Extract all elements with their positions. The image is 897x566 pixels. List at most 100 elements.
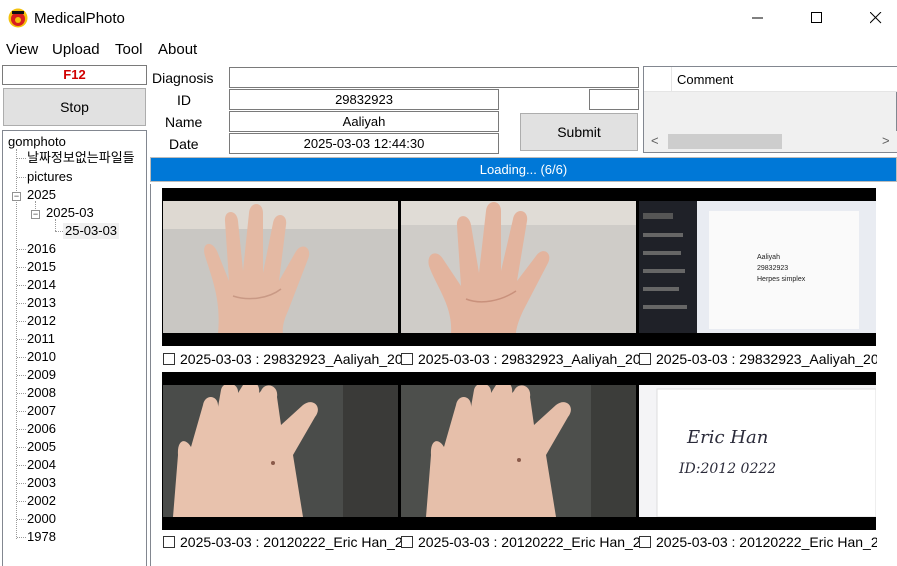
tree-connector: [17, 177, 26, 178]
column-divider: [644, 67, 672, 92]
tree-item-pictures[interactable]: pictures: [27, 169, 73, 185]
progress-text: Loading... (6/6): [479, 162, 568, 177]
tree-connector: [17, 321, 26, 322]
tree-connector: [17, 465, 26, 466]
stop-button[interactable]: Stop: [3, 88, 146, 126]
menu-bar: View Upload Tool About: [0, 38, 897, 62]
menu-upload[interactable]: Upload: [52, 41, 100, 58]
tree-item-year[interactable]: 2013: [27, 295, 56, 311]
id-field[interactable]: 29832923: [229, 89, 499, 110]
caption-text: 2025-03-03 : 20120222_Eric Han_20250303: [180, 534, 401, 550]
menu-tool[interactable]: Tool: [115, 41, 143, 58]
tree-item-undated[interactable]: 날짜정보없는파일들: [27, 150, 135, 166]
comment-header: Comment: [644, 67, 897, 92]
svg-text:ID:2012 0222: ID:2012 0222: [678, 461, 776, 477]
tree-item-year[interactable]: 2012: [27, 313, 56, 329]
tree-connector: [55, 231, 63, 232]
select-checkbox[interactable]: [401, 353, 413, 365]
photo-thumbnail[interactable]: [163, 385, 398, 517]
collapse-2025-03-icon[interactable]: −: [31, 210, 40, 219]
tree-connector: [17, 483, 26, 484]
tree-root[interactable]: gomphoto: [8, 134, 66, 150]
tree-item-year[interactable]: 2010: [27, 349, 56, 365]
diagnosis-field[interactable]: [229, 67, 639, 88]
photo-thumbnail[interactable]: Aaliyah 29832923 Herpes simplex: [639, 201, 876, 333]
select-checkbox[interactable]: [163, 536, 175, 548]
tree-item-year[interactable]: 2015: [27, 259, 56, 275]
photo-thumbnail[interactable]: [163, 201, 398, 333]
tree-item-2025[interactable]: 2025: [27, 187, 56, 203]
tree-connector: [17, 303, 26, 304]
photo-gallery[interactable]: Aaliyah 29832923 Herpes simplex 2025-03-…: [150, 184, 897, 566]
comment-column-label[interactable]: Comment: [677, 72, 733, 87]
extra-field[interactable]: [589, 89, 639, 110]
caption-text: 2025-03-03 : 29832923_Aaliyah_20250303: [656, 351, 877, 367]
photo-caption[interactable]: 2025-03-03 : 29832923_Aaliyah_20250303: [163, 351, 401, 367]
photo-caption[interactable]: 2025-03-03 : 29832923_Aaliyah_20250303: [639, 351, 877, 367]
comment-list[interactable]: Comment < >: [643, 66, 897, 153]
select-checkbox[interactable]: [639, 536, 651, 548]
photo-caption[interactable]: 2025-03-03 : 29832923_Aaliyah_20250303: [401, 351, 639, 367]
loading-progress-bar: Loading... (6/6): [150, 157, 897, 182]
menu-about[interactable]: About: [158, 41, 197, 58]
close-icon: [870, 12, 882, 24]
tree-item-year[interactable]: 1978: [27, 529, 56, 545]
select-checkbox[interactable]: [401, 536, 413, 548]
tree-connector: [17, 411, 26, 412]
tree-connector: [17, 339, 26, 340]
horizontal-scrollbar[interactable]: < >: [644, 131, 897, 152]
tree-item-year[interactable]: 2003: [27, 475, 56, 491]
tree-item-year[interactable]: 2005: [27, 439, 56, 455]
tree-item-year[interactable]: 2009: [27, 367, 56, 383]
photo-caption[interactable]: 2025-03-03 : 20120222_Eric Han_20250303: [401, 534, 639, 550]
photo-thumbnail[interactable]: [401, 385, 636, 517]
select-checkbox[interactable]: [639, 353, 651, 365]
tree-item-year[interactable]: 2007: [27, 403, 56, 419]
tree-item-year[interactable]: 2004: [27, 457, 56, 473]
select-checkbox[interactable]: [163, 353, 175, 365]
maximize-icon: [811, 12, 822, 23]
svg-text:29832923: 29832923: [757, 265, 788, 272]
submit-button[interactable]: Submit: [520, 113, 638, 151]
tree-item-year[interactable]: 2008: [27, 385, 56, 401]
photo-caption[interactable]: 2025-03-03 : 20120222_Eric Han_20250303: [163, 534, 401, 550]
diagnosis-label: Diagnosis: [152, 70, 214, 86]
caption-text: 2025-03-03 : 29832923_Aaliyah_20250303: [180, 351, 401, 367]
tree-item-year[interactable]: 2014: [27, 277, 56, 293]
scroll-right-icon[interactable]: >: [882, 133, 890, 148]
photo-thumbnail[interactable]: Eric Han ID:2012 0222: [639, 385, 876, 517]
close-button[interactable]: [847, 0, 897, 36]
photo-thumbnail[interactable]: [401, 201, 636, 333]
svg-text:Eric Han: Eric Han: [686, 427, 768, 448]
caption-text: 2025-03-03 : 29832923_Aaliyah_20250303: [418, 351, 639, 367]
tree-item-year[interactable]: 2002: [27, 493, 56, 509]
svg-text:Aaliyah: Aaliyah: [757, 254, 780, 261]
name-field[interactable]: Aaliyah: [229, 111, 499, 132]
menu-view[interactable]: View: [6, 41, 38, 58]
maximize-button[interactable]: [788, 0, 846, 36]
hotkey-indicator: F12: [2, 65, 147, 85]
tree-guide-line: [55, 219, 56, 231]
app-logo-icon: [8, 8, 28, 28]
tree-item-year[interactable]: 2000: [27, 511, 56, 527]
tree-connector: [17, 501, 26, 502]
tree-item-25-03-03[interactable]: 25-03-03: [63, 223, 120, 239]
folder-tree[interactable]: gomphoto 날짜정보없는파일들 pictures − 2025 − 202…: [2, 130, 147, 566]
tree-connector: [17, 429, 26, 430]
date-field[interactable]: 2025-03-03 12:44:30: [229, 133, 499, 154]
tree-item-year[interactable]: 2011: [27, 331, 55, 347]
caption-text: 2025-03-03 : 20120222_Eric Han_20250303: [418, 534, 639, 550]
tree-connector: [17, 537, 26, 538]
tree-item-2025-03[interactable]: 2025-03: [46, 205, 94, 221]
caption-text: 2025-03-03 : 20120222_Eric Han_20250303: [656, 534, 877, 550]
app-title: MedicalPhoto: [34, 10, 125, 27]
scrollbar-thumb[interactable]: [668, 134, 782, 149]
tree-connector: [17, 519, 26, 520]
collapse-2025-icon[interactable]: −: [12, 192, 21, 201]
tree-item-year[interactable]: 2006: [27, 421, 56, 437]
title-bar: MedicalPhoto: [0, 0, 897, 36]
photo-caption[interactable]: 2025-03-03 : 20120222_Eric Han_20250303: [639, 534, 877, 550]
scroll-left-icon[interactable]: <: [651, 133, 659, 148]
minimize-button[interactable]: [729, 0, 787, 36]
tree-item-year[interactable]: 2016: [27, 241, 56, 257]
